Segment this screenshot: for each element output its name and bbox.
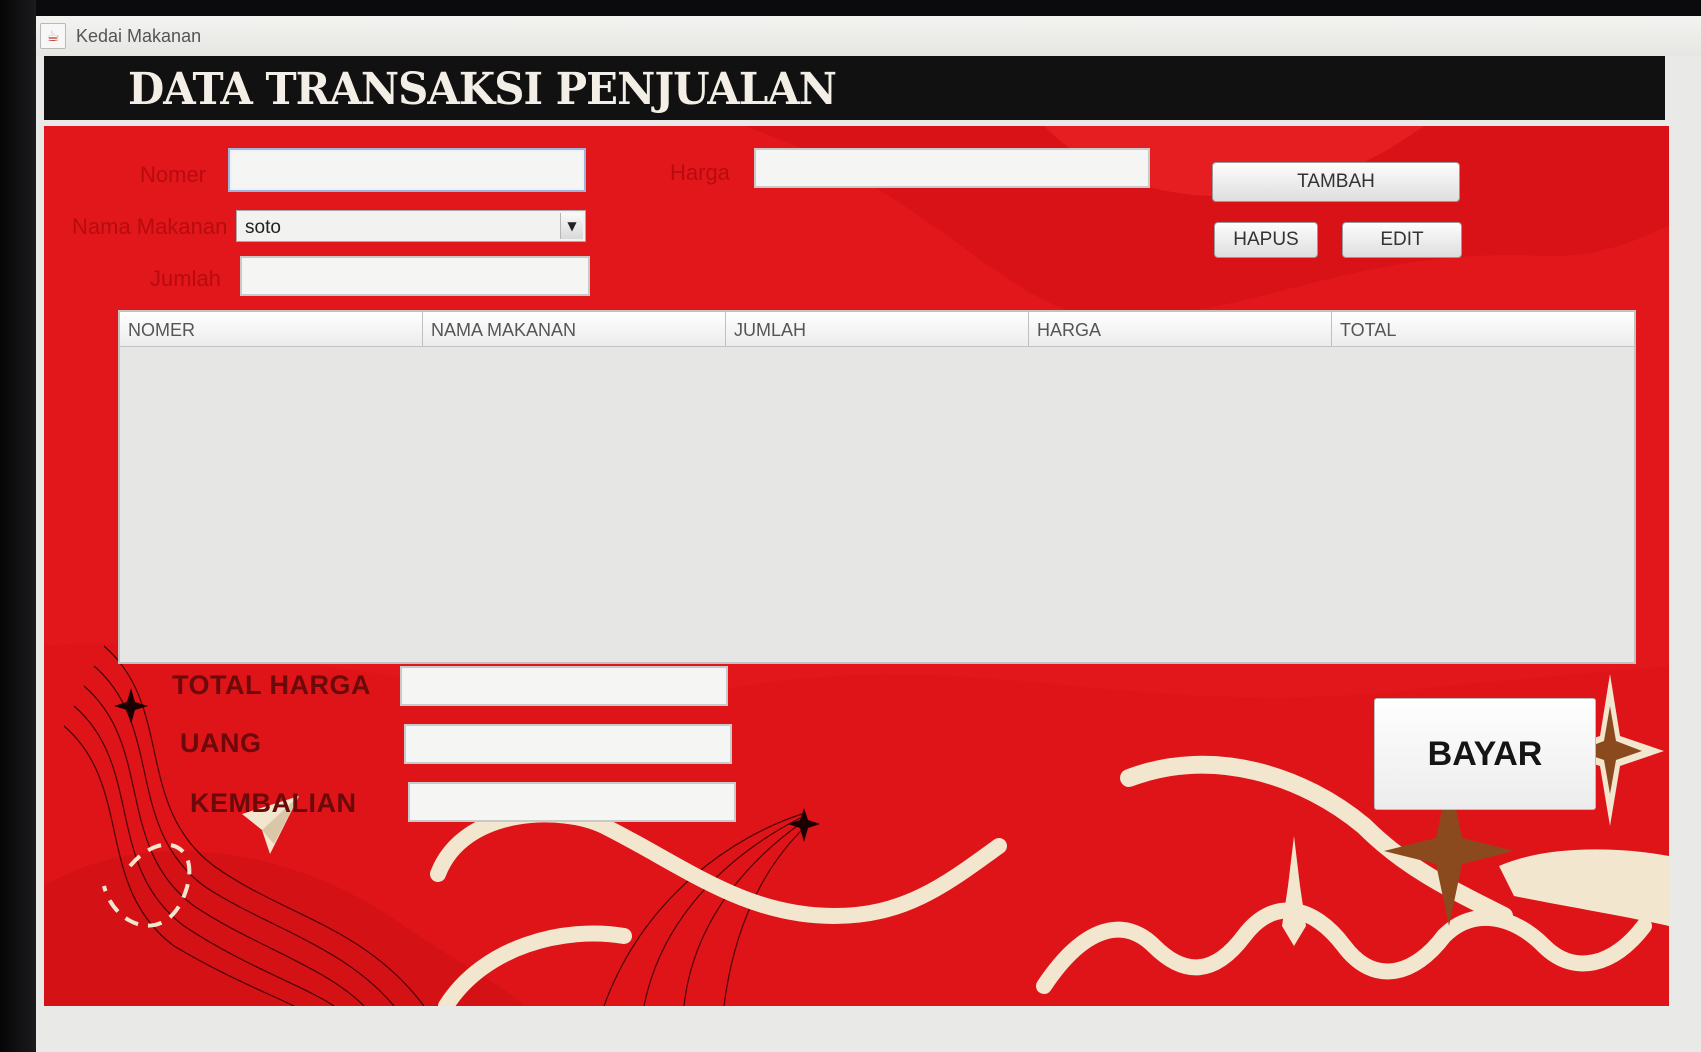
kembalian-label: KEMBALIAN <box>190 788 357 818</box>
nama-makanan-label: Nama Makanan <box>72 214 228 239</box>
monitor-bezel <box>0 0 36 1052</box>
jumlah-input[interactable] <box>240 256 590 296</box>
kembalian-input[interactable] <box>408 782 736 822</box>
java-cup-icon: ☕ <box>40 23 66 49</box>
nama-makanan-selected-value: soto <box>245 217 281 238</box>
hapus-button[interactable]: HAPUS <box>1214 222 1318 258</box>
form-panel: Nomer Nama Makanan Jumlah Harga soto ▼ T… <box>44 126 1669 1006</box>
column-header-harga[interactable]: HARGA <box>1029 312 1332 346</box>
header-banner: DATA TRANSAKSI PENJUALAN <box>44 56 1665 120</box>
total-harga-input[interactable] <box>400 666 728 706</box>
uang-label: UANG <box>180 728 262 758</box>
nomer-label: Nomer <box>140 162 207 187</box>
edit-button[interactable]: EDIT <box>1342 222 1462 258</box>
total-harga-label: TOTAL HARGA <box>172 670 371 700</box>
chevron-down-icon[interactable]: ▼ <box>560 213 583 239</box>
harga-input[interactable] <box>754 148 1150 188</box>
nama-makanan-select[interactable]: soto ▼ <box>236 210 586 242</box>
nomer-input[interactable] <box>228 148 586 192</box>
page-title: DATA TRANSAKSI PENJUALAN <box>128 64 837 115</box>
transaksi-table[interactable]: NOMER NAMA MAKANAN JUMLAH HARGA TOTAL <box>118 310 1636 664</box>
table-body[interactable] <box>120 347 1634 662</box>
column-header-jumlah[interactable]: JUMLAH <box>726 312 1029 346</box>
column-header-total[interactable]: TOTAL <box>1332 312 1634 346</box>
application-window: ☕ Kedai Makanan DATA TRANSAKSI PENJUALAN <box>36 16 1701 1052</box>
window-title: Kedai Makanan <box>76 25 202 46</box>
uang-input[interactable] <box>404 724 732 764</box>
jumlah-label: Jumlah <box>150 266 221 291</box>
window-titlebar[interactable]: ☕ Kedai Makanan <box>36 16 1701 56</box>
column-header-nomer[interactable]: NOMER <box>120 312 423 346</box>
tambah-button[interactable]: TAMBAH <box>1212 162 1460 202</box>
table-header: NOMER NAMA MAKANAN JUMLAH HARGA TOTAL <box>120 312 1634 347</box>
harga-label: Harga <box>670 160 730 185</box>
bayar-button[interactable]: BAYAR <box>1374 698 1596 810</box>
column-header-nama-makanan[interactable]: NAMA MAKANAN <box>423 312 726 346</box>
